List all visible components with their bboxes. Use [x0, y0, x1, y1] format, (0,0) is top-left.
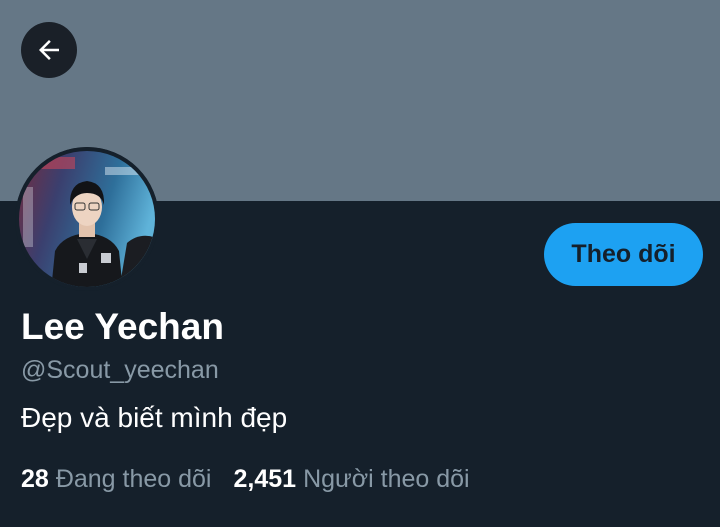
profile-name: Lee Yechan — [21, 306, 224, 347]
followers-count: 2,451 — [233, 465, 297, 493]
follow-button[interactable]: Theo dõi — [544, 223, 703, 286]
profile-handle: @Scout_yeechan — [21, 356, 219, 384]
following-label: Đang theo dõi — [55, 465, 212, 493]
avatar-image — [15, 147, 159, 291]
following-count: 28 — [21, 465, 49, 493]
profile-page: Theo dõi Lee Yechan @Scout_yeechan Đẹp v… — [0, 0, 720, 527]
back-button[interactable] — [21, 22, 77, 78]
arrow-left-icon — [39, 40, 59, 60]
profile-stats: 28 Đang theo dõi 2,451 Người theo dõi — [21, 465, 470, 494]
avatar[interactable] — [15, 147, 159, 291]
followers-label: Người theo dõi — [303, 465, 470, 493]
followers-stat[interactable]: 2,451 Người theo dõi — [234, 465, 470, 494]
profile-bio: Đẹp và biết mình đẹp — [21, 402, 288, 433]
following-stat[interactable]: 28 Đang theo dõi — [21, 465, 212, 494]
